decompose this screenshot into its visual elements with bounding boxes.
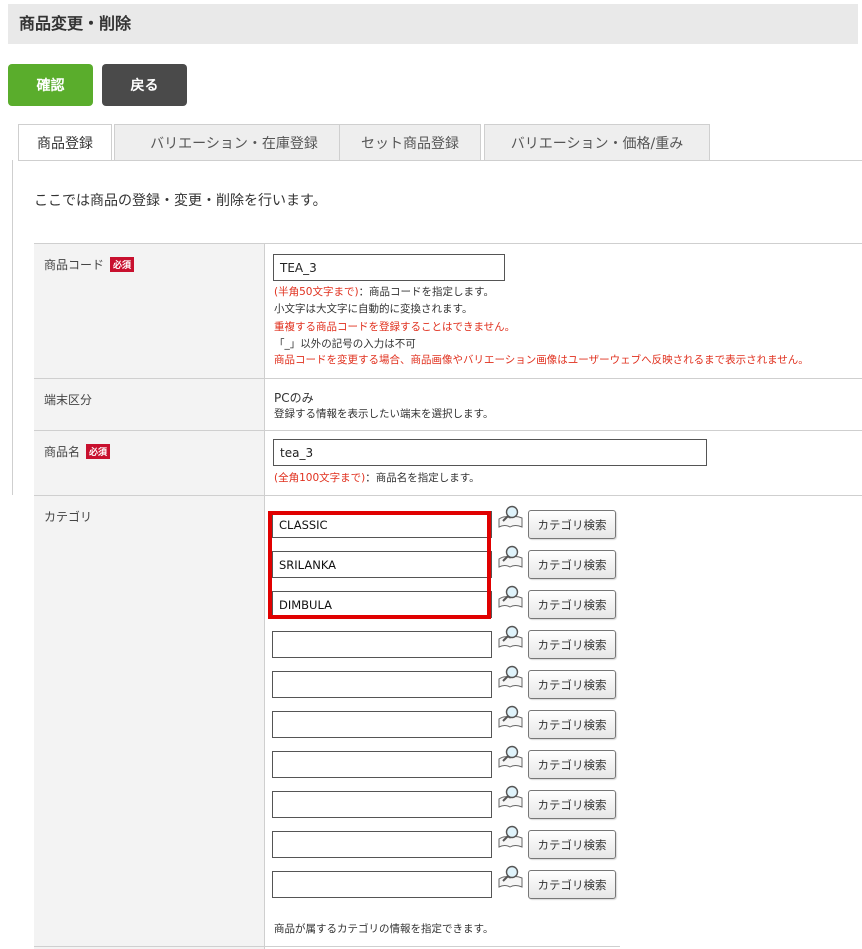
category-input-6[interactable] <box>272 711 492 738</box>
product-form: 商品コード 必須 TEA_3 (半角50文字まで)：商品コードを指定します。 小文… <box>34 243 862 949</box>
product-code-note-3: 重複する商品コードを登録することはできません。 <box>274 321 516 333</box>
magnifier-book-icon[interactable] <box>497 665 525 689</box>
category-search-button-8[interactable]: カテゴリ検索 <box>528 790 616 819</box>
page-title: 商品変更・削除 <box>8 4 858 44</box>
category-input-5[interactable] <box>272 671 492 698</box>
product-name-label: 商品名 必須 <box>34 431 265 495</box>
category-input-4[interactable] <box>272 631 492 658</box>
tab-divider <box>18 160 862 161</box>
category-search-button-4[interactable]: カテゴリ検索 <box>528 630 616 659</box>
category-input-7[interactable] <box>272 751 492 778</box>
required-badge: 必須 <box>86 444 111 459</box>
category-input-8[interactable] <box>272 791 492 818</box>
magnifier-book-icon[interactable] <box>497 545 525 569</box>
magnifier-book-icon[interactable] <box>497 785 525 809</box>
magnifier-book-icon[interactable] <box>497 585 525 609</box>
confirm-button[interactable]: 確認 <box>8 64 93 106</box>
tab-product-registration[interactable]: 商品登録 <box>18 124 112 161</box>
table-bottom-border <box>34 946 620 947</box>
intro-text: ここでは商品の登録・変更・削除を行います。 <box>34 193 327 209</box>
device-row: 端末区分 PCのみ 登録する情報を表示したい端末を選択します。 <box>34 378 862 430</box>
product-code-label-text: 商品コード <box>44 258 105 272</box>
product-name-label-text: 商品名 <box>44 445 81 459</box>
device-label: 端末区分 <box>34 379 265 430</box>
category-search-button-2[interactable]: カテゴリ検索 <box>528 550 616 579</box>
category-note: 商品が属するカテゴリの情報を指定できます。 <box>274 923 494 935</box>
required-badge: 必須 <box>110 257 135 272</box>
product-name-row: 商品名 必須 tea_3 (全角100文字まで)：商品名を指定します。 <box>34 430 862 495</box>
magnifier-book-icon[interactable] <box>497 745 525 769</box>
magnifier-book-icon[interactable] <box>497 865 525 889</box>
magnifier-book-icon[interactable] <box>497 505 525 529</box>
product-name-input[interactable]: tea_3 <box>273 439 707 466</box>
category-search-button-9[interactable]: カテゴリ検索 <box>528 830 616 859</box>
product-code-note-1: (半角50文字まで)：商品コードを指定します。 <box>274 284 494 299</box>
product-code-input[interactable]: TEA_3 <box>273 254 505 281</box>
category-search-button-10[interactable]: カテゴリ検索 <box>528 870 616 899</box>
tab-set-product[interactable]: セット商品登録 <box>339 124 481 161</box>
category-search-button-6[interactable]: カテゴリ検索 <box>528 710 616 739</box>
device-note: 登録する情報を表示したい端末を選択します。 <box>274 408 494 420</box>
category-search-button-3[interactable]: カテゴリ検索 <box>528 590 616 619</box>
category-search-button-5[interactable]: カテゴリ検索 <box>528 670 616 699</box>
magnifier-book-icon[interactable] <box>497 705 525 729</box>
magnifier-book-icon[interactable] <box>497 825 525 849</box>
magnifier-book-icon[interactable] <box>497 625 525 649</box>
product-code-limit: (半角50文字まで) <box>274 286 359 298</box>
panel-border <box>12 160 13 495</box>
product-name-note-text: ：商品名を指定します。 <box>365 472 480 484</box>
device-cell: PCのみ 登録する情報を表示したい端末を選択します。 <box>266 379 862 430</box>
device-value: PCのみ <box>274 391 314 405</box>
category-input-2[interactable]: SRILANKA <box>272 551 492 578</box>
product-code-note-5: 商品コードを変更する場合、商品画像やバリエーション画像はユーザーウェブへ反映され… <box>274 354 809 366</box>
category-input-1[interactable]: CLASSIC <box>272 511 492 538</box>
product-code-note-1-text: ：商品コードを指定します。 <box>358 286 495 298</box>
category-row: カテゴリ 商品が属するカテゴリの情報を指定できます。 CLASSIC カテゴリ検索… <box>34 495 862 949</box>
category-search-button-1[interactable]: カテゴリ検索 <box>528 510 616 539</box>
product-code-label: 商品コード 必須 <box>34 244 265 378</box>
product-name-cell: tea_3 (全角100文字まで)：商品名を指定します。 <box>266 431 862 495</box>
category-search-button-7[interactable]: カテゴリ検索 <box>528 750 616 779</box>
tab-variation-stock[interactable]: バリエーション・在庫登録 <box>114 124 354 161</box>
product-code-cell: TEA_3 (半角50文字まで)：商品コードを指定します。 小文字は大文字に自動… <box>266 244 862 378</box>
product-code-note-2: 小文字は大文字に自動的に変換されます。 <box>274 303 473 315</box>
category-label: カテゴリ <box>34 496 265 949</box>
tab-variation-price-weight[interactable]: バリエーション・価格/重み <box>484 124 710 161</box>
product-code-row: 商品コード 必須 TEA_3 (半角50文字まで)：商品コードを指定します。 小文… <box>34 243 862 378</box>
product-code-note-4: 「_」以外の記号の入力は不可 <box>274 338 416 350</box>
category-input-9[interactable] <box>272 831 492 858</box>
category-input-10[interactable] <box>272 871 492 898</box>
product-name-note: (全角100文字まで)：商品名を指定します。 <box>274 470 480 485</box>
category-cell: 商品が属するカテゴリの情報を指定できます。 CLASSIC カテゴリ検索 SRILA… <box>266 496 862 949</box>
back-button[interactable]: 戻る <box>102 64 187 106</box>
category-input-3[interactable]: DIMBULA <box>272 591 492 618</box>
product-name-limit: (全角100文字まで) <box>274 472 366 484</box>
